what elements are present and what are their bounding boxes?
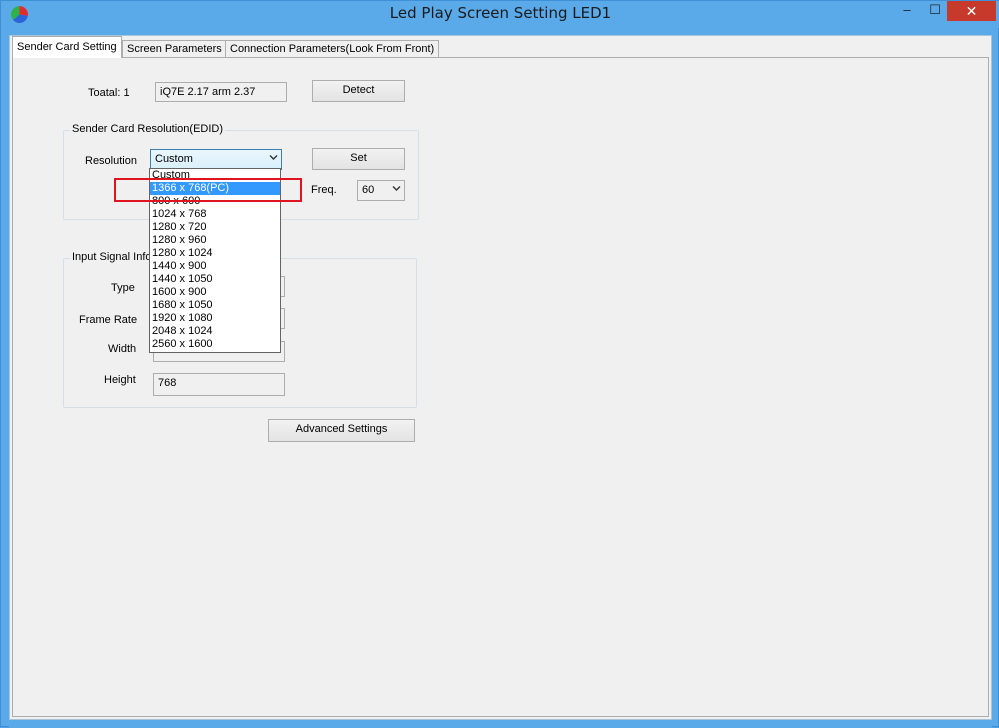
frame-rate-label: Frame Rate	[79, 314, 138, 326]
resolution-option[interactable]: 1280 x 960	[150, 234, 280, 247]
client-area: Sender Card Setting Screen Parameters Co…	[9, 35, 992, 720]
resolution-option[interactable]: 1680 x 1050	[150, 299, 280, 312]
freq-label: Freq.	[311, 184, 337, 196]
advanced-settings-button[interactable]: Advanced Settings	[268, 419, 415, 442]
resolution-option[interactable]: 1600 x 900	[150, 286, 280, 299]
set-button[interactable]: Set	[312, 148, 405, 170]
resolution-option[interactable]: 1440 x 900	[150, 260, 280, 273]
resolution-selected-value: Custom	[155, 153, 193, 165]
resolution-option[interactable]: 1024 x 768	[150, 208, 280, 221]
titlebar[interactable]: Led Play Screen Setting LED1 – ☐ ✕	[1, 1, 999, 28]
resolution-option[interactable]: 1280 x 1024	[150, 247, 280, 260]
tab-connection-parameters[interactable]: Connection Parameters(Look From Front)	[225, 40, 440, 58]
tab-screen-parameters[interactable]: Screen Parameters	[122, 40, 227, 58]
resolution-option[interactable]: 1280 x 720	[150, 221, 280, 234]
resolution-select[interactable]: Custom	[150, 149, 282, 170]
chevron-down-icon	[269, 153, 278, 164]
height-field: 768	[153, 373, 285, 396]
resolution-label: Resolution	[85, 155, 137, 167]
annotation-highlight-box	[114, 178, 302, 202]
window: Led Play Screen Setting LED1 – ☐ ✕ Sende…	[0, 0, 999, 728]
maximize-button[interactable]: ☐	[921, 1, 949, 21]
window-title: Led Play Screen Setting LED1	[389, 4, 612, 22]
tab-sender-card-setting[interactable]: Sender Card Setting	[12, 36, 122, 58]
version-field: iQ7E 2.17 arm 2.37	[155, 82, 287, 102]
freq-select[interactable]: 60	[357, 180, 405, 201]
input-signal-group-title: Input Signal Info	[70, 251, 154, 263]
minimize-button[interactable]: –	[893, 1, 921, 21]
height-label: Height	[104, 374, 136, 386]
resolution-option[interactable]: 2560 x 1600	[150, 338, 280, 351]
resolution-option[interactable]: 1440 x 1050	[150, 273, 280, 286]
type-label: Type	[111, 282, 135, 294]
freq-selected-value: 60	[362, 184, 375, 196]
resolution-option[interactable]: 2048 x 1024	[150, 325, 280, 338]
sender-card-tab-page: Toatal: 1 iQ7E 2.17 arm 2.37 Detect Send…	[12, 57, 989, 717]
resolution-option[interactable]: 1920 x 1080	[150, 312, 280, 325]
width-label: Width	[108, 343, 137, 355]
resolution-group-title: Sender Card Resolution(EDID)	[70, 123, 226, 135]
detect-button[interactable]: Detect	[312, 80, 405, 102]
close-button[interactable]: ✕	[947, 1, 996, 21]
chevron-down-icon	[392, 184, 401, 195]
total-label: Toatal: 1	[88, 87, 130, 99]
